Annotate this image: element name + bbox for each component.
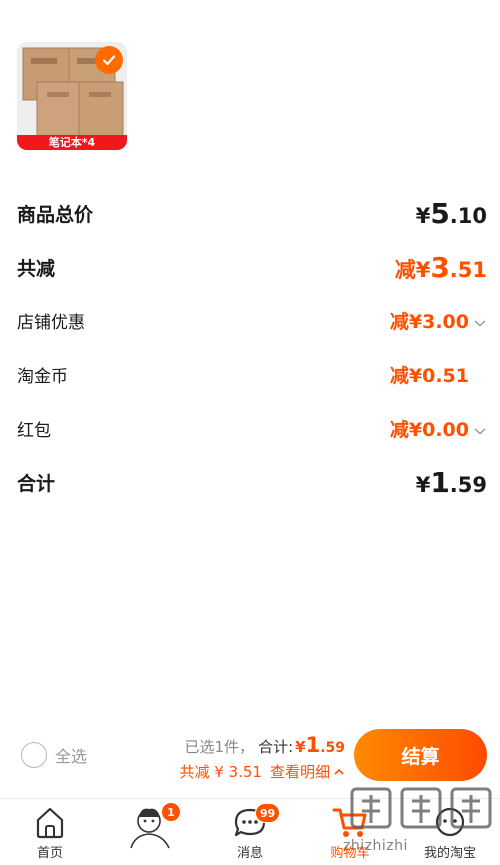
product-label: 笔记本*4 (17, 135, 127, 150)
checkout-bar: 全选 已选1件， 合计: ¥1.59 共减 ¥ 3.51 查看明细 结算 (0, 725, 500, 795)
checkout-total-label: 合计: (258, 738, 294, 756)
tab-profile-label: 我的淘宝 (423, 846, 476, 861)
checkout-button[interactable]: 结算 (354, 729, 487, 781)
profile-icon (435, 807, 465, 837)
checkout-totals: 已选1件， 合计: ¥1.59 共减 ¥ 3.51 查看明细 (180, 733, 346, 782)
total-price-label: 商品总价 (17, 203, 94, 226)
red-packet-label: 红包 (17, 420, 51, 441)
chevron-down-icon (473, 426, 487, 436)
total-price-row: 商品总价 ¥ 5 .10 (17, 196, 487, 230)
home-icon (36, 807, 64, 839)
tab-messages[interactable]: 99 消息 (200, 799, 300, 865)
select-all-radio[interactable] (21, 742, 47, 768)
tab-profile[interactable]: 我的淘宝 (400, 799, 500, 865)
total-discount-row: 共减 减 ¥ 3 .51 (17, 250, 487, 284)
chevron-down-icon (473, 318, 487, 328)
select-all[interactable]: 全选 (21, 742, 87, 768)
grand-total-row: 合计 ¥ 1 .59 (17, 465, 487, 499)
store-discount-label: 店铺优惠 (17, 312, 85, 333)
store-discount-value[interactable]: 减¥3.00 (390, 307, 487, 334)
product-thumbnail[interactable]: 笔记本*4 (17, 42, 127, 150)
discount-text: 共减 ¥ 3.51 (179, 763, 262, 781)
taojinbi-value: 减¥0.51 (389, 364, 469, 387)
taojinbi-row: 淘金币 减¥0.51 (17, 359, 487, 389)
total-price-value: ¥ 5 .10 (415, 196, 487, 230)
messages-badge: 99 (255, 803, 281, 823)
chevron-up-icon (333, 767, 345, 777)
grand-total-value: ¥ 1 .59 (415, 465, 487, 499)
total-discount-label: 共减 (17, 257, 56, 280)
tab-home-label: 首页 (36, 846, 63, 861)
tab-cart[interactable]: 购物车 (300, 799, 400, 865)
avatar-badge: 1 (161, 802, 181, 822)
grand-total-label: 合计 (17, 472, 56, 495)
taojinbi-label: 淘金币 (17, 366, 68, 387)
store-discount-row[interactable]: 店铺优惠 减¥3.00 (17, 305, 487, 335)
select-all-label: 全选 (55, 747, 88, 766)
tab-home[interactable]: 首页 (0, 799, 100, 865)
tab-avatar[interactable]: 1 (100, 799, 200, 865)
selected-count: 已选1件， (184, 738, 255, 756)
red-packet-value[interactable]: 减¥0.00 (390, 415, 487, 442)
discount-detail[interactable]: 共减 ¥ 3.51 查看明细 (180, 761, 346, 782)
total-discount-value: 减 ¥ 3 .51 (394, 250, 487, 284)
tab-messages-label: 消息 (236, 846, 263, 861)
bottom-tab-bar: 首页 1 99 消息 购物车 我的淘宝 (0, 798, 500, 865)
selected-check-icon[interactable] (95, 46, 123, 74)
checkout-total-amount: ¥1.59 (295, 733, 345, 757)
view-detail-link[interactable]: 查看明细 (270, 761, 330, 782)
red-packet-row[interactable]: 红包 减¥0.00 (17, 413, 487, 443)
cart-icon (332, 808, 367, 837)
watermark-text: zhizhizhi (343, 838, 408, 854)
